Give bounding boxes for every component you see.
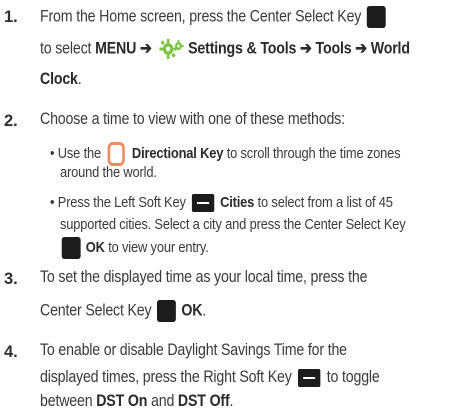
arrow: ➔ <box>351 39 371 58</box>
bullet-text: around the world. <box>60 164 157 181</box>
step-line: displayed times, press the Right Soft Ke… <box>40 368 380 387</box>
center-select-key-icon <box>366 6 386 28</box>
arrow: ➔ <box>136 39 156 58</box>
step-line: To enable or disable Daylight Savings Ti… <box>40 341 347 360</box>
step-text: To set the displayed time as your local … <box>40 268 368 286</box>
bullet-line: supported cities. Select a city and pres… <box>60 216 406 233</box>
settings-tools-label: Settings & Tools <box>188 39 297 58</box>
menu-label: MENU <box>95 39 137 58</box>
bullet-text: • Press the Left Soft Key <box>50 194 186 211</box>
cities-label: Cities <box>220 194 255 211</box>
step-text: to select <box>40 39 96 58</box>
bullet-text: to scroll through the time zones <box>223 144 401 162</box>
step-line: From the Home screen, press the Center S… <box>40 6 387 28</box>
step-line: Clock. <box>40 70 82 89</box>
dst-off-label: DST Off <box>177 392 230 410</box>
arrow: ➔ <box>296 39 316 58</box>
step-text: to toggle <box>326 368 380 386</box>
step-number: 3. <box>4 270 18 288</box>
ok-label: OK <box>85 238 105 256</box>
step-line: To set the displayed time as your local … <box>40 268 367 287</box>
period: . <box>77 70 82 88</box>
bullet-line: • Press the Left Soft Key Cities to sele… <box>50 194 393 213</box>
step-text: Center Select Key <box>40 301 152 320</box>
step-number: 4. <box>4 343 18 361</box>
bullet-line: • Use the Directional Key to scroll thro… <box>50 142 401 166</box>
bullet-text: to select from a list of 45 <box>254 194 393 211</box>
settings-gear-icon <box>159 39 184 59</box>
step-text: To enable or disable Daylight Savings Ti… <box>40 341 347 359</box>
bullet-text: to view your entry. <box>104 238 209 256</box>
step-text: From the Home screen, press the Center S… <box>40 7 362 26</box>
center-select-key-icon <box>156 300 176 322</box>
bullet-text: • Use the <box>50 144 102 162</box>
center-select-key-icon <box>61 237 81 259</box>
right-soft-key-icon <box>298 368 321 387</box>
step-text: between <box>40 392 97 410</box>
bullet-text: supported cities. Select a city and pres… <box>60 216 406 233</box>
clock-label: Clock <box>40 70 78 88</box>
world-label: World <box>370 39 410 58</box>
period: . <box>202 301 207 320</box>
directional-key-icon <box>107 142 126 166</box>
step-number: 2. <box>4 112 18 130</box>
step-text: Choose a time to view with one of these … <box>40 110 345 128</box>
directional-key-label: Directional Key <box>131 144 224 162</box>
ok-label: OK <box>181 301 203 320</box>
step-number: 1. <box>4 8 18 26</box>
left-soft-key-icon <box>191 194 215 213</box>
bullet-line: OK to view your entry. <box>60 237 209 259</box>
dst-on-label: DST On <box>96 392 148 410</box>
step-line: to select MENU ➔ Settings & Tools ➔ Tool… <box>40 38 410 60</box>
period: . <box>229 392 234 410</box>
step-line: Center Select Key OK. <box>40 300 206 322</box>
step-line: Choose a time to view with one of these … <box>40 110 345 129</box>
tools-label: Tools <box>315 39 352 58</box>
step-text: displayed times, press the Right Soft Ke… <box>40 368 292 386</box>
step-text: and <box>147 392 178 410</box>
bullet-line: around the world. <box>60 164 157 181</box>
step-line: between DST On and DST Off. <box>40 392 234 411</box>
